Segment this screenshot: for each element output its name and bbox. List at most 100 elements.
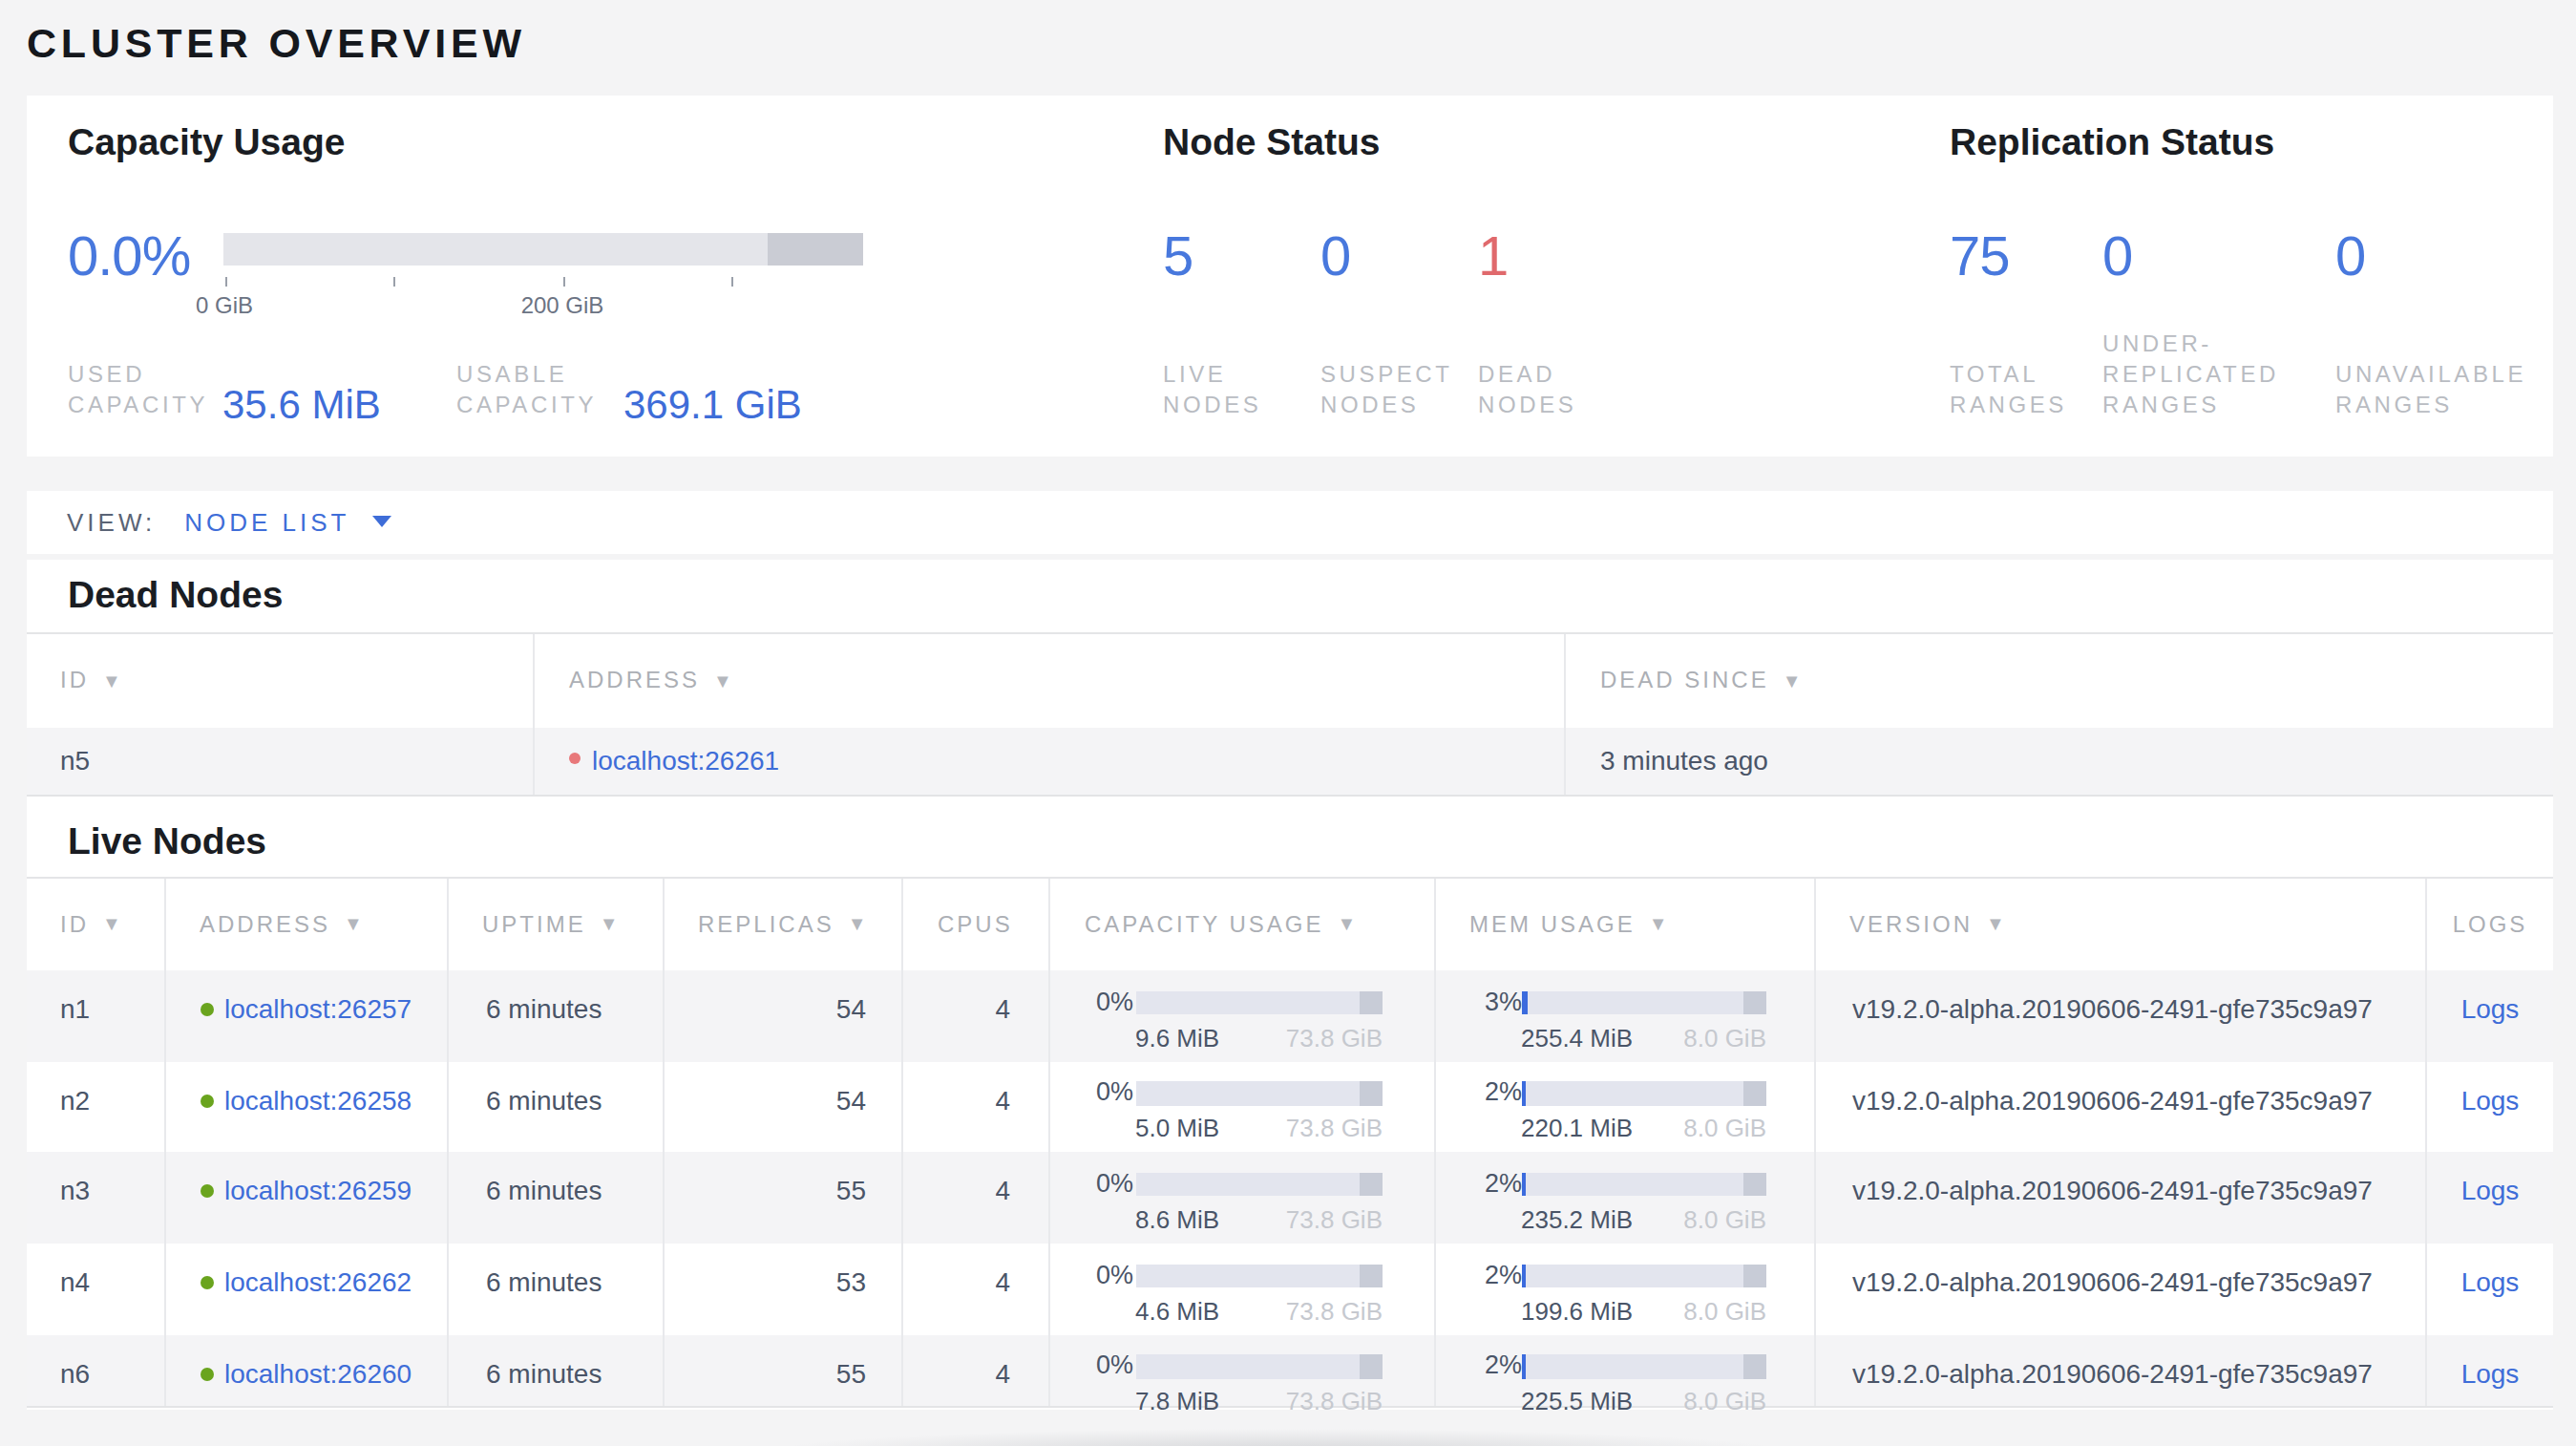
capacity-bar-nonusable-segment: [1359, 990, 1383, 1014]
column-header-id[interactable]: ID▼: [26, 633, 533, 728]
mem-bar: [1521, 990, 1766, 1014]
live-node-uptime: 6 minutes: [446, 1153, 662, 1244]
live-node-logs-cell: Logs: [2425, 970, 2553, 1061]
column-header-uptime[interactable]: UPTIME▼: [446, 878, 662, 970]
capacity-used-value: 9.6 MiB: [1135, 1023, 1219, 1052]
live-node-uptime: 6 minutes: [446, 970, 662, 1061]
view-selector[interactable]: NODE LIST: [184, 507, 349, 536]
capacity-total-value: 73.8 GiB: [1286, 1388, 1383, 1416]
logs-link[interactable]: Logs: [2461, 1176, 2520, 1206]
live-node-version: v19.2.0-alpha.20190606-2491-gfe735c9a97: [1813, 1061, 2425, 1152]
mem-bar-fill: [1521, 990, 1529, 1014]
mem-percent: 2%: [1485, 1173, 1515, 1197]
live-node-version: v19.2.0-alpha.20190606-2491-gfe735c9a97: [1813, 1244, 2425, 1334]
capacity-total-value: 73.8 GiB: [1286, 1023, 1383, 1052]
mem-bar-fill: [1521, 1081, 1526, 1105]
mem-total-value: 8.0 GiB: [1683, 1296, 1766, 1325]
sort-desc-icon: ▼: [848, 914, 870, 935]
under-replicated-label: UNDER- REPLICATED RANGES: [2102, 329, 2279, 420]
chevron-down-icon[interactable]: [372, 516, 391, 527]
column-header-dead-since[interactable]: DEAD SINCE▼: [1564, 633, 2553, 728]
live-node-address-link[interactable]: localhost:26257: [224, 993, 412, 1024]
column-header-logs[interactable]: LOGS: [2425, 878, 2553, 970]
mem-used-value: 220.1 MiB: [1521, 1114, 1633, 1142]
live-node-address-cell: localhost:26262: [163, 1244, 446, 1334]
capacity-total-value: 73.8 GiB: [1286, 1114, 1383, 1142]
live-node-id: n1: [26, 970, 163, 1061]
mem-bar-fill: [1521, 1355, 1526, 1379]
live-node-version: v19.2.0-alpha.20190606-2491-gfe735c9a97: [1813, 970, 2425, 1061]
live-nodes-table: ID▼ADDRESS▼UPTIME▼REPLICAS▼CPUSCAPACITY …: [26, 876, 2553, 1409]
mem-bar-fill: [1521, 1264, 1526, 1287]
capacity-used-value: 8.6 MiB: [1135, 1205, 1219, 1234]
live-nodes-table-header: ID▼ADDRESS▼UPTIME▼REPLICAS▼CPUSCAPACITY …: [26, 876, 2553, 970]
column-header-mem-usage[interactable]: MEM USAGE▼: [1433, 878, 1813, 970]
column-header-address[interactable]: ADDRESS▼: [163, 878, 446, 970]
mem-bar-nonusable-segment: [1742, 1355, 1766, 1379]
mem-bar-nonusable-segment: [1742, 1264, 1766, 1287]
live-node-replicas: 55: [662, 1153, 901, 1244]
capacity-bar-nonusable-segment: [1359, 1355, 1383, 1379]
page-title: CLUSTER OVERVIEW: [27, 21, 526, 69]
capacity-bar-nonusable-segment: [1359, 1173, 1383, 1197]
dead-nodes-label: DEAD NODES: [1478, 359, 1576, 420]
capacity-used-percent: 0.0%: [68, 229, 190, 285]
mem-total-value: 8.0 GiB: [1683, 1205, 1766, 1234]
total-ranges-label: TOTAL RANGES: [1950, 359, 2067, 420]
suspect-nodes-count: 0: [1320, 229, 1350, 285]
capacity-bar-track: [222, 233, 862, 266]
live-node-address-link[interactable]: localhost:26259: [224, 1176, 412, 1206]
capacity-bar-nonusable-segment: [1359, 1264, 1383, 1287]
sort-desc-icon: ▼: [1649, 914, 1671, 935]
live-node-mem-usage: 2% 235.2 MiB8.0 GiB: [1433, 1153, 1813, 1244]
live-node-uptime: 6 minutes: [446, 1061, 662, 1152]
live-node-capacity-usage: 0% 4.6 MiB73.8 GiB: [1048, 1244, 1433, 1334]
logs-link[interactable]: Logs: [2461, 993, 2520, 1024]
dead-node-dead-since: 3 minutes ago: [1564, 728, 2553, 794]
column-header-cpus[interactable]: CPUS: [901, 878, 1048, 970]
dead-status-icon: [569, 754, 581, 765]
axis-tick: [562, 277, 564, 287]
live-nodes-count: 5: [1163, 229, 1193, 285]
live-node-id: n6: [26, 1335, 163, 1407]
node-status-heading: Node Status: [1163, 120, 1381, 164]
live-node-cpus: 4: [901, 1335, 1048, 1407]
live-node-capacity-usage: 0% 8.6 MiB73.8 GiB: [1048, 1153, 1433, 1244]
live-node-address-link[interactable]: localhost:26262: [224, 1266, 412, 1297]
dead-node-address-link[interactable]: localhost:26261: [592, 746, 779, 776]
logs-link[interactable]: Logs: [2461, 1084, 2520, 1115]
live-status-icon: [200, 1276, 213, 1289]
mem-used-value: 225.5 MiB: [1521, 1388, 1633, 1416]
capacity-percent: 0%: [1096, 1173, 1130, 1197]
logs-link[interactable]: Logs: [2461, 1358, 2520, 1389]
column-header-address[interactable]: ADDRESS▼: [533, 633, 1564, 728]
column-header-version[interactable]: VERSION▼: [1813, 878, 2425, 970]
live-node-logs-cell: Logs: [2425, 1153, 2553, 1244]
sort-desc-icon: ▼: [102, 670, 124, 691]
sort-desc-icon: ▼: [1986, 914, 2008, 935]
live-node-address-link[interactable]: localhost:26260: [224, 1358, 412, 1389]
sort-desc-icon: ▼: [102, 914, 124, 935]
column-header-id[interactable]: ID▼: [26, 878, 163, 970]
column-header-capacity-usage[interactable]: CAPACITY USAGE▼: [1048, 878, 1433, 970]
under-replicated-count: 0: [2102, 229, 2132, 285]
usable-capacity-value: 369.1 GiB: [623, 382, 802, 428]
live-nodes-heading: Live Nodes: [68, 819, 266, 862]
mem-used-value: 255.4 MiB: [1521, 1023, 1633, 1052]
view-bar: VIEW: NODE LIST: [26, 490, 2553, 553]
axis-label-0: 0 GiB: [196, 292, 253, 319]
sort-desc-icon: ▼: [1783, 670, 1805, 691]
mem-bar: [1521, 1355, 1766, 1379]
live-node-row: n1 localhost:26257 6 minutes 54 4 0% 9.6…: [26, 970, 2553, 1061]
mem-bar-fill: [1521, 1173, 1526, 1197]
logs-link[interactable]: Logs: [2461, 1266, 2520, 1297]
column-header-replicas[interactable]: REPLICAS▼: [662, 878, 901, 970]
live-node-logs-cell: Logs: [2425, 1244, 2553, 1334]
capacity-used-value: 5.0 MiB: [1135, 1114, 1219, 1142]
live-node-address-link[interactable]: localhost:26258: [224, 1084, 412, 1115]
axis-tick: [731, 277, 733, 287]
axis-label-200: 200 GiB: [521, 292, 604, 319]
axis-tick: [224, 277, 226, 287]
live-node-version: v19.2.0-alpha.20190606-2491-gfe735c9a97: [1813, 1335, 2425, 1407]
mem-used-value: 199.6 MiB: [1521, 1296, 1633, 1325]
